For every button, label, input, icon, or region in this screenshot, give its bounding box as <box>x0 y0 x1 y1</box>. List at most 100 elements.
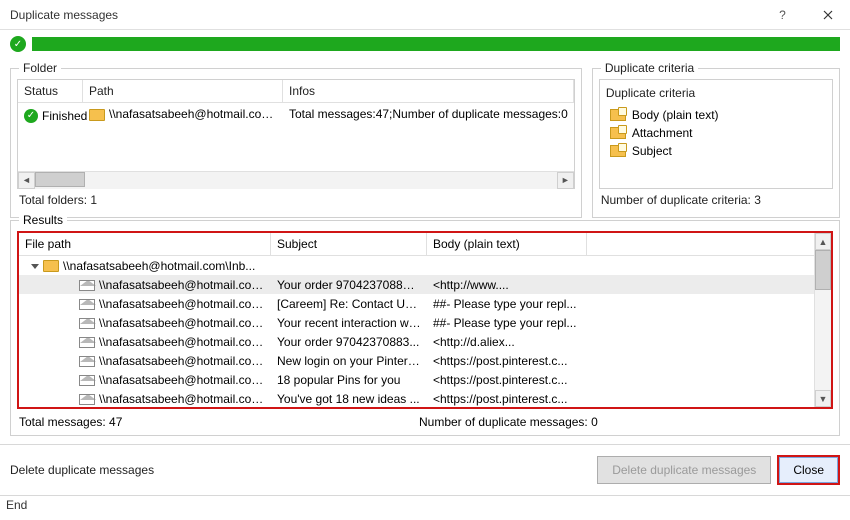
results-header: File path Subject Body (plain text) <box>19 233 814 256</box>
row-subject: You've got 18 new ideas ... <box>277 392 420 406</box>
vscroll-thumb[interactable] <box>815 250 831 290</box>
col-body[interactable]: Body (plain text) <box>427 233 587 255</box>
folder-icon <box>43 260 59 272</box>
row-filepath: \\nafasatsabeeh@hotmail.com\... <box>99 278 271 292</box>
folder-infos: Total messages:47;Number of duplicate me… <box>283 103 574 127</box>
folder-hscrollbar[interactable]: ◄ ► <box>18 171 574 188</box>
vscroll-down-button[interactable]: ▼ <box>815 390 831 407</box>
progress-complete-icon: ✓ <box>10 36 26 52</box>
results-row[interactable]: \\nafasatsabeeh@hotmail.com\...Your orde… <box>19 275 814 294</box>
criteria-item-body[interactable]: Body (plain text) <box>606 106 826 124</box>
criteria-item-label: Attachment <box>632 126 693 140</box>
criteria-list[interactable]: Duplicate criteria Body (plain text) Att… <box>599 79 833 189</box>
col-path[interactable]: Path <box>83 80 283 102</box>
close-icon <box>823 10 833 20</box>
row-body: <https://post.pinterest.c... <box>433 392 567 406</box>
results-dup-label: Number of duplicate messages: 0 <box>419 415 598 429</box>
vscroll-up-button[interactable]: ▲ <box>815 233 831 250</box>
folder-table[interactable]: Status Path Infos ✓ Finished \\nafasatsa… <box>17 79 575 189</box>
results-row[interactable]: \\nafasatsabeeh@hotmail.com\... New login… <box>19 351 814 370</box>
mail-icon <box>79 337 95 348</box>
chevron-down-icon <box>31 264 39 269</box>
bottom-label: Delete duplicate messages <box>10 463 591 477</box>
criteria-icon <box>610 127 626 139</box>
close-button[interactable]: Close <box>777 455 840 485</box>
folder-table-header: Status Path Infos <box>18 80 574 103</box>
results-total-label: Total messages: 47 <box>19 415 419 429</box>
row-filepath: \\nafasatsabeeh@hotmail.com\... <box>99 316 271 330</box>
results-table[interactable]: File path Subject Body (plain text) \\na… <box>17 231 833 409</box>
row-body: <http://www.... <box>433 278 509 292</box>
total-folders-label: Total folders: 1 <box>17 189 575 211</box>
close-window-button[interactable] <box>805 0 850 30</box>
criteria-group-label: Duplicate criteria <box>601 61 698 75</box>
mail-icon <box>79 318 95 329</box>
criteria-count-label: Number of duplicate criteria: 3 <box>599 189 833 211</box>
folder-groupbox: Folder Status Path Infos ✓ Finished \\na… <box>10 68 582 218</box>
criteria-header: Duplicate criteria <box>606 86 826 100</box>
row-subject: Your order 97042370883... <box>277 335 419 349</box>
criteria-item-label: Subject <box>632 144 672 158</box>
mail-icon <box>79 299 95 310</box>
results-row[interactable]: \\nafasatsabeeh@hotmail.com\... 18 popula… <box>19 370 814 389</box>
criteria-groupbox: Duplicate criteria Duplicate criteria Bo… <box>592 68 840 218</box>
folder-path: \\nafasatsabeeh@hotmail.com\I... <box>109 107 283 121</box>
hscroll-thumb[interactable] <box>35 172 85 187</box>
row-subject: [Careem] Re: Contact Us ... <box>277 297 424 311</box>
progress-bar <box>32 37 840 51</box>
bottom-bar: Delete duplicate messages Delete duplica… <box>0 444 850 495</box>
progress-row: ✓ <box>0 30 850 62</box>
title-bar: Duplicate messages ? <box>0 0 850 30</box>
criteria-icon <box>610 109 626 121</box>
hscroll-left-button[interactable]: ◄ <box>18 172 35 189</box>
check-icon: ✓ <box>24 109 38 123</box>
row-body: ##- Please type your repl... <box>433 316 576 330</box>
results-row[interactable]: \\nafasatsabeeh@hotmail.com\... [Careem] … <box>19 294 814 313</box>
results-row[interactable]: \\nafasatsabeeh@hotmail.com\... Your rece… <box>19 313 814 332</box>
results-groupbox: Results File path Subject Body (plain te… <box>10 220 840 436</box>
row-filepath: \\nafasatsabeeh@hotmail.com\... <box>99 335 271 349</box>
mail-icon <box>79 394 95 405</box>
results-row[interactable]: \\nafasatsabeeh@hotmail.com\... Your orde… <box>19 332 814 351</box>
row-filepath: \\nafasatsabeeh@hotmail.com\... <box>99 297 271 311</box>
status-text: End <box>6 498 27 512</box>
status-text: Finished <box>42 109 87 123</box>
row-body: <http://d.aliex... <box>433 335 515 349</box>
results-group-label: Results <box>19 213 67 227</box>
vscroll-track[interactable] <box>815 250 831 390</box>
row-body: <https://post.pinterest.c... <box>433 373 567 387</box>
mail-icon <box>79 375 95 386</box>
hscroll-right-button[interactable]: ► <box>557 172 574 189</box>
help-button[interactable]: ? <box>760 0 805 30</box>
criteria-item-attachment[interactable]: Attachment <box>606 124 826 142</box>
window-title: Duplicate messages <box>10 8 118 22</box>
folder-row[interactable]: ✓ Finished \\nafasatsabeeh@hotmail.com\I… <box>18 103 574 127</box>
results-vscrollbar[interactable]: ▲ ▼ <box>814 233 831 407</box>
row-subject: New login on your Pintere... <box>277 354 424 368</box>
col-infos[interactable]: Infos <box>283 80 574 102</box>
row-body: ##- Please type your repl... <box>433 297 576 311</box>
criteria-item-label: Body (plain text) <box>632 108 719 122</box>
results-group-row[interactable]: \\nafasatsabeeh@hotmail.com\Inb... <box>19 256 814 275</box>
results-summary: Total messages: 47 Number of duplicate m… <box>17 409 833 429</box>
row-filepath: \\nafasatsabeeh@hotmail.com\... <box>99 373 271 387</box>
col-status[interactable]: Status <box>18 80 83 102</box>
folder-group-label: Folder <box>19 61 61 75</box>
col-filepath[interactable]: File path <box>19 233 271 255</box>
criteria-item-subject[interactable]: Subject <box>606 142 826 160</box>
row-body: <https://post.pinterest.c... <box>433 354 567 368</box>
criteria-icon <box>610 145 626 157</box>
results-row[interactable]: \\nafasatsabeeh@hotmail.com\...You've go… <box>19 389 814 407</box>
delete-duplicates-button[interactable]: Delete duplicate messages <box>597 456 771 484</box>
status-bar: End <box>0 495 850 515</box>
status-finished: ✓ Finished <box>24 109 87 123</box>
row-filepath: \\nafasatsabeeh@hotmail.com\... <box>99 354 271 368</box>
group-path: \\nafasatsabeeh@hotmail.com\Inb... <box>63 259 255 273</box>
row-subject: Your recent interaction wi... <box>277 316 421 330</box>
mail-icon <box>79 356 95 367</box>
row-subject: 18 popular Pins for you <box>277 373 400 387</box>
col-subject[interactable]: Subject <box>271 233 427 255</box>
folder-icon <box>89 109 105 121</box>
hscroll-track[interactable] <box>35 172 557 189</box>
mail-icon <box>79 280 95 291</box>
